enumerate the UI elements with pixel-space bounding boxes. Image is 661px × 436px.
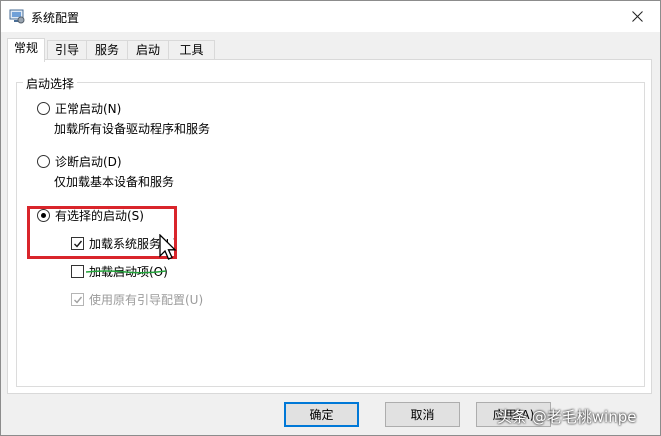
diagnostic-startup-desc: 仅加载基本设备和服务 xyxy=(54,175,175,189)
group-label: 启动选择 xyxy=(23,75,78,92)
cancel-button[interactable]: 取消 xyxy=(385,402,460,427)
tab-services[interactable]: 服务 xyxy=(86,40,128,60)
use-original-boot-config-label: 使用原有引导配置(U) xyxy=(89,293,204,307)
tab-general[interactable]: 常规 xyxy=(7,38,45,62)
watermark-text: 头条 @老毛桃winpe xyxy=(497,408,637,426)
system-config-icon xyxy=(9,9,25,24)
radio-circle xyxy=(37,102,50,115)
window-title: 系统配置 xyxy=(31,11,80,25)
diagnostic-startup-radio[interactable]: 诊断启动(D) xyxy=(37,153,122,170)
annotation-highlight-box xyxy=(27,206,177,259)
normal-startup-radio[interactable]: 正常启动(N) xyxy=(37,100,121,117)
tab-boot[interactable]: 引导 xyxy=(47,40,87,60)
title-bar[interactable]: 系统配置 xyxy=(1,1,660,32)
normal-startup-desc: 加载所有设备驱动程序和服务 xyxy=(54,122,211,136)
diagnostic-startup-label: 诊断启动(D) xyxy=(55,155,122,169)
radio-circle xyxy=(37,155,50,168)
close-button[interactable] xyxy=(615,1,660,32)
mouse-cursor-icon xyxy=(159,234,177,260)
use-original-boot-config-checkbox: 使用原有引导配置(U) xyxy=(71,291,203,308)
tab-startup[interactable]: 启动 xyxy=(127,40,169,60)
tab-strip: 常规 引导 服务 启动 工具 xyxy=(7,38,657,62)
check-icon xyxy=(73,296,82,304)
system-config-window: 系统配置 常规 引导 服务 启动 工具 启动选择 正常启动(N) 加载所有设备驱… xyxy=(0,0,661,436)
ok-button[interactable]: 确定 xyxy=(284,402,359,427)
checkbox-box xyxy=(71,265,84,278)
checkbox-box-disabled xyxy=(71,293,84,306)
close-icon xyxy=(632,11,643,22)
tab-tools[interactable]: 工具 xyxy=(168,40,215,60)
annotation-strike-line xyxy=(86,270,166,274)
normal-startup-label: 正常启动(N) xyxy=(55,102,122,116)
